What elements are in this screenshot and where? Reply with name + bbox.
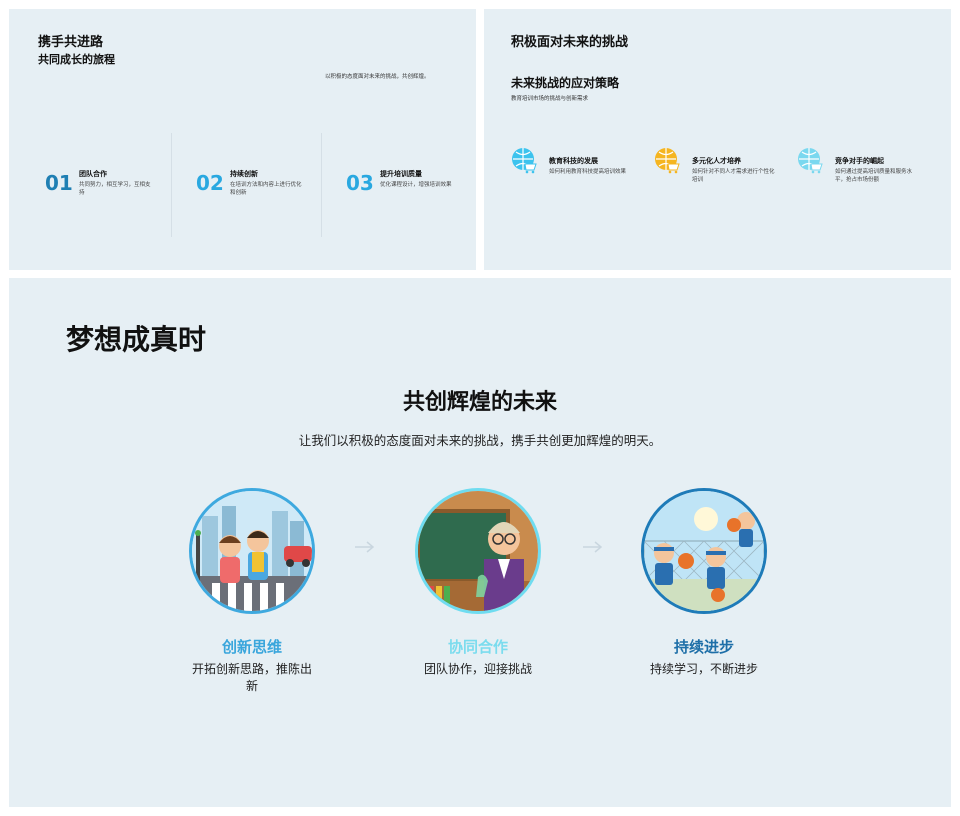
card-desc: 团队协作，迎接挑战 <box>423 662 532 676</box>
slide-title: 携手共进路 <box>38 35 104 50</box>
strategy-title: 竞争对手的崛起 <box>835 157 884 165</box>
slide-description: 以积极的态度面对未来的挑战，共创辉煌。 <box>325 74 430 80</box>
strategy-title: 多元化人才培养 <box>692 157 741 165</box>
feature-column: 01 团队合作 共同努力，相互学习，互相支持 <box>21 133 171 237</box>
arrow-right-icon <box>583 541 603 553</box>
strategy-desc: 如何利用教育科技提高培训效果 <box>549 169 627 175</box>
feature-number: 02 <box>196 171 224 195</box>
slide-description: 让我们以积极的态度面对未来的挑战，携手共创更加辉煌的明天。 <box>298 433 662 448</box>
feature-title: 团队合作 <box>79 170 107 178</box>
card-title: 创新思维 <box>221 638 282 656</box>
strategy-title: 教育科技的发展 <box>549 157 598 165</box>
slide-main[interactable]: 梦想成真时 共创辉煌的未来 让我们以积极的态度面对未来的挑战，携手共创更加辉煌的… <box>9 278 951 807</box>
slide-title: 梦想成真时 <box>66 323 207 356</box>
cart-globe-icon <box>655 148 680 174</box>
feature-column: 02 持续创新 在培训方法和内容上进行优化和创新 <box>171 133 321 237</box>
strategy-desc: 如何针对不同人才需求进行个性化培训 <box>692 169 775 183</box>
card-title: 协同合作 <box>447 638 508 656</box>
feature-number: 01 <box>45 171 73 195</box>
strategy-item: 多元化人才培养 如何针对不同人才需求进行个性化培训 <box>654 147 794 187</box>
feature-desc: 优化课程设计，增强培训效果 <box>380 182 452 188</box>
strategy-item: 教育科技的发展 如何利用教育科技提高培训效果 <box>511 147 651 187</box>
feature-title: 提升培训质量 <box>380 170 422 178</box>
card-desc: 开拓创新思路，推陈出新 <box>192 662 313 693</box>
card-title: 持续进步 <box>673 638 734 656</box>
slide-subtitle: 未来挑战的应对策略 <box>511 76 620 90</box>
feature-title: 持续创新 <box>230 170 258 178</box>
slide-subtitle: 共创辉煌的未来 <box>402 390 557 415</box>
slide-description: 教育培训市场的挑战与创新需求 <box>511 96 589 102</box>
teacher-chalkboard-illustration <box>415 488 541 614</box>
strategy-item: 竞争对手的崛起 如何通过提高培训质量和服务水平，抢占市场份额 <box>797 147 937 187</box>
cart-globe-icon <box>512 148 537 174</box>
arrow-right-icon <box>355 541 375 553</box>
cart-globe-icon <box>798 148 823 174</box>
feature-number: 03 <box>346 171 374 195</box>
slide-thumbnail-1[interactable]: 携手共进路 共同成长的旅程 以积极的态度面对未来的挑战，共创辉煌。 01 团队合… <box>9 9 476 270</box>
slide-subtitle: 共同成长的旅程 <box>38 53 115 66</box>
feature-desc: 在培训方法和内容上进行优化和创新 <box>230 182 302 196</box>
card-desc: 持续学习，不断进步 <box>649 662 758 676</box>
kids-crossing-street-illustration <box>189 488 315 614</box>
slide-thumbnail-2[interactable]: 积极面对未来的挑战 未来挑战的应对策略 教育培训市场的挑战与创新需求 教育科技的… <box>484 9 951 270</box>
feature-desc: 共同努力，相互学习，互相支持 <box>79 182 151 196</box>
feature-column: 03 提升培训质量 优化课程设计，增强培训效果 <box>321 133 471 237</box>
kids-basketball-illustration <box>641 488 767 614</box>
slide-title: 积极面对未来的挑战 <box>511 35 629 50</box>
strategy-desc: 如何通过提高培训质量和服务水平，抢占市场份额 <box>835 169 913 183</box>
